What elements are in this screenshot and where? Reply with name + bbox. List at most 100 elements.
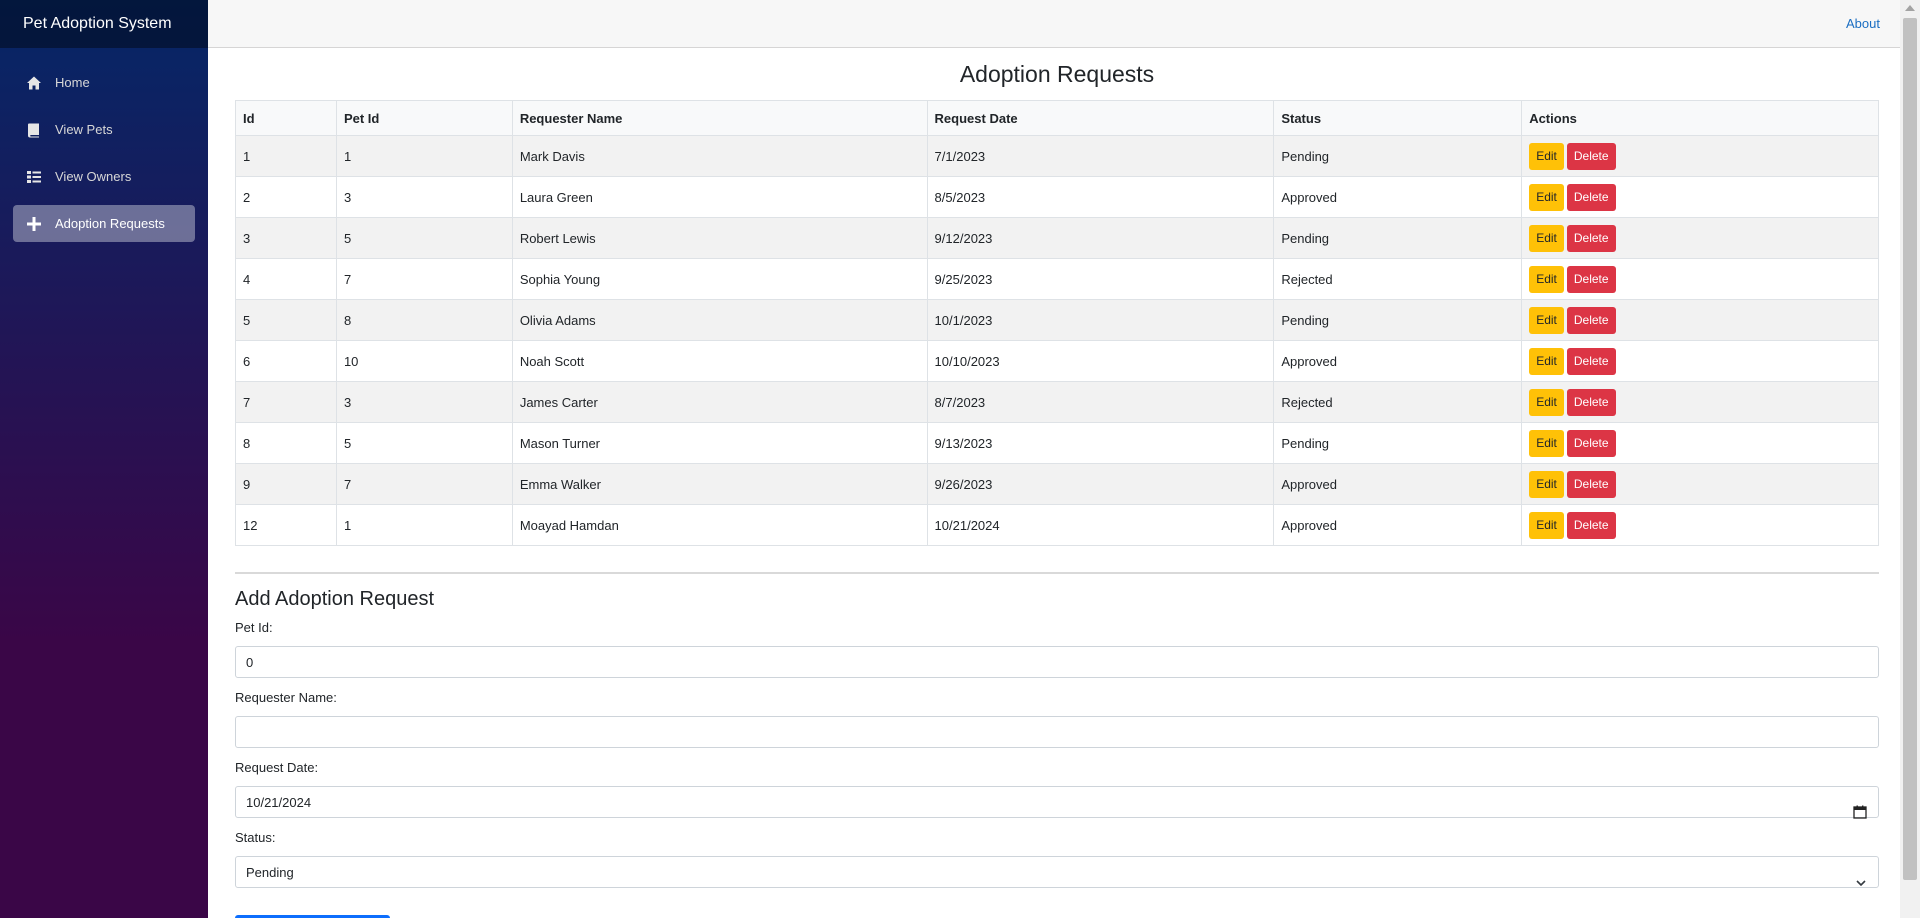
edit-button[interactable]: Edit — [1529, 183, 1564, 211]
request-date-input[interactable] — [235, 786, 1879, 818]
request-date-wrapper — [235, 786, 1879, 819]
request-date-group: Request Date: — [235, 760, 1879, 819]
cell-requester-name: Mason Turner — [511, 422, 928, 464]
about-link[interactable]: About — [1846, 16, 1880, 31]
table-row: 1 1 Mark Davis 7/1/2023 Pending Edit Delete — [235, 135, 1879, 177]
sidebar-item-label: View Pets — [55, 122, 113, 137]
sidebar-item-label: Adoption Requests — [55, 216, 165, 231]
status-group: Status: Pending — [235, 830, 1879, 888]
delete-button[interactable]: Delete — [1566, 265, 1616, 293]
scroll-up-arrow-icon[interactable] — [1905, 5, 1915, 11]
delete-button[interactable]: Delete — [1566, 511, 1616, 539]
cell-status: Approved — [1273, 504, 1523, 546]
status-select-value: Pending — [246, 864, 294, 880]
edit-button[interactable]: Edit — [1529, 265, 1564, 293]
table-row: 7 3 James Carter 8/7/2023 Rejected Edit Delete — [235, 381, 1879, 423]
home-icon — [27, 76, 41, 89]
edit-button[interactable]: Edit — [1529, 511, 1564, 539]
cell-requester-name: Laura Green — [511, 176, 928, 218]
table-row: 3 5 Robert Lewis 9/12/2023 Pending Edit Delete — [235, 217, 1879, 259]
cell-id: 12 — [235, 504, 337, 546]
delete-button[interactable]: Delete — [1566, 470, 1616, 498]
top-row: About — [208, 0, 1900, 48]
cell-request-date: 7/1/2023 — [926, 135, 1275, 177]
cell-actions: Edit Delete — [1521, 381, 1879, 423]
cell-pet-id: 7 — [335, 258, 513, 300]
edit-button[interactable]: Edit — [1529, 306, 1564, 334]
cell-actions: Edit Delete — [1521, 217, 1879, 259]
cell-id: 2 — [235, 176, 337, 218]
column-header: Actions — [1521, 100, 1879, 136]
cell-requester-name: Noah Scott — [511, 340, 928, 382]
sidebar-item-adoption-requests[interactable]: Adoption Requests — [13, 205, 195, 242]
cell-request-date: 9/26/2023 — [926, 463, 1275, 505]
delete-button[interactable]: Delete — [1566, 388, 1616, 416]
delete-button[interactable]: Delete — [1566, 183, 1616, 211]
table-row: 4 7 Sophia Young 9/25/2023 Rejected Edit Delet… — [235, 258, 1879, 300]
cell-requester-name: Mark Davis — [511, 135, 928, 177]
edit-button[interactable]: Edit — [1529, 470, 1564, 498]
column-header: Status — [1273, 100, 1523, 136]
table-row: 9 7 Emma Walker 9/26/2023 Approved Edit Delete — [235, 463, 1879, 505]
cell-id: 1 — [235, 135, 337, 177]
cell-request-date: 10/10/2023 — [926, 340, 1275, 382]
cell-request-date: 8/5/2023 — [926, 176, 1275, 218]
cell-status: Rejected — [1273, 381, 1523, 423]
edit-button[interactable]: Edit — [1529, 388, 1564, 416]
cell-pet-id: 5 — [335, 422, 513, 464]
scroll-thumb[interactable] — [1903, 18, 1917, 880]
edit-button[interactable]: Edit — [1529, 347, 1564, 375]
cell-requester-name: Emma Walker — [511, 463, 928, 505]
column-header: Request Date — [926, 100, 1275, 136]
chevron-down-icon — [1856, 880, 1866, 887]
cell-actions: Edit Delete — [1521, 258, 1879, 300]
cell-actions: Edit Delete — [1521, 340, 1879, 382]
delete-button[interactable]: Delete — [1566, 224, 1616, 252]
cell-actions: Edit Delete — [1521, 504, 1879, 546]
column-header: Requester Name — [511, 100, 928, 136]
cell-pet-id: 5 — [335, 217, 513, 259]
status-select[interactable]: Pending — [235, 856, 1879, 888]
calendar-icon[interactable] — [1853, 805, 1867, 819]
cell-pet-id: 3 — [335, 176, 513, 218]
cell-id: 4 — [235, 258, 337, 300]
pet-id-group: Pet Id: — [235, 620, 1879, 678]
edit-button[interactable]: Edit — [1529, 429, 1564, 457]
edit-button[interactable]: Edit — [1529, 142, 1564, 170]
sidebar-item-view-pets[interactable]: View Pets — [13, 111, 195, 148]
delete-button[interactable]: Delete — [1566, 142, 1616, 170]
requester-name-input[interactable] — [235, 716, 1879, 748]
cell-status: Rejected — [1273, 258, 1523, 300]
app-brand[interactable]: Pet Adoption System — [0, 0, 208, 48]
delete-button[interactable]: Delete — [1566, 429, 1616, 457]
table-row: 8 5 Mason Turner 9/13/2023 Pending Edit Delete — [235, 422, 1879, 464]
cell-status: Approved — [1273, 176, 1523, 218]
delete-button[interactable]: Delete — [1566, 306, 1616, 334]
cell-requester-name: Robert Lewis — [511, 217, 928, 259]
cell-pet-id: 10 — [335, 340, 513, 382]
cell-requester-name: Sophia Young — [511, 258, 928, 300]
cell-status: Pending — [1273, 299, 1523, 341]
book-icon — [28, 123, 39, 137]
cell-id: 3 — [235, 217, 337, 259]
edit-button[interactable]: Edit — [1529, 224, 1564, 252]
cell-id: 7 — [235, 381, 337, 423]
cell-id: 6 — [235, 340, 337, 382]
requester-name-label: Requester Name: — [235, 690, 337, 705]
scrollbar[interactable] — [1900, 0, 1920, 918]
delete-button[interactable]: Delete — [1566, 347, 1616, 375]
table-row: 6 10 Noah Scott 10/10/2023 Approved Edit Delet… — [235, 340, 1879, 382]
cell-request-date: 10/21/2024 — [926, 504, 1275, 546]
cell-pet-id: 8 — [335, 299, 513, 341]
cell-status: Pending — [1273, 217, 1523, 259]
pet-id-input[interactable] — [235, 646, 1879, 678]
cell-request-date: 9/12/2023 — [926, 217, 1275, 259]
sidebar-nav: Home View Pets View Owners Adoption Requ… — [0, 48, 208, 242]
cell-id: 9 — [235, 463, 337, 505]
sidebar-item-view-owners[interactable]: View Owners — [13, 158, 195, 195]
cell-pet-id: 1 — [335, 135, 513, 177]
requester-name-group: Requester Name: — [235, 690, 1879, 748]
column-header: Id — [235, 100, 337, 136]
cell-request-date: 10/1/2023 — [926, 299, 1275, 341]
sidebar-item-home[interactable]: Home — [13, 64, 195, 101]
